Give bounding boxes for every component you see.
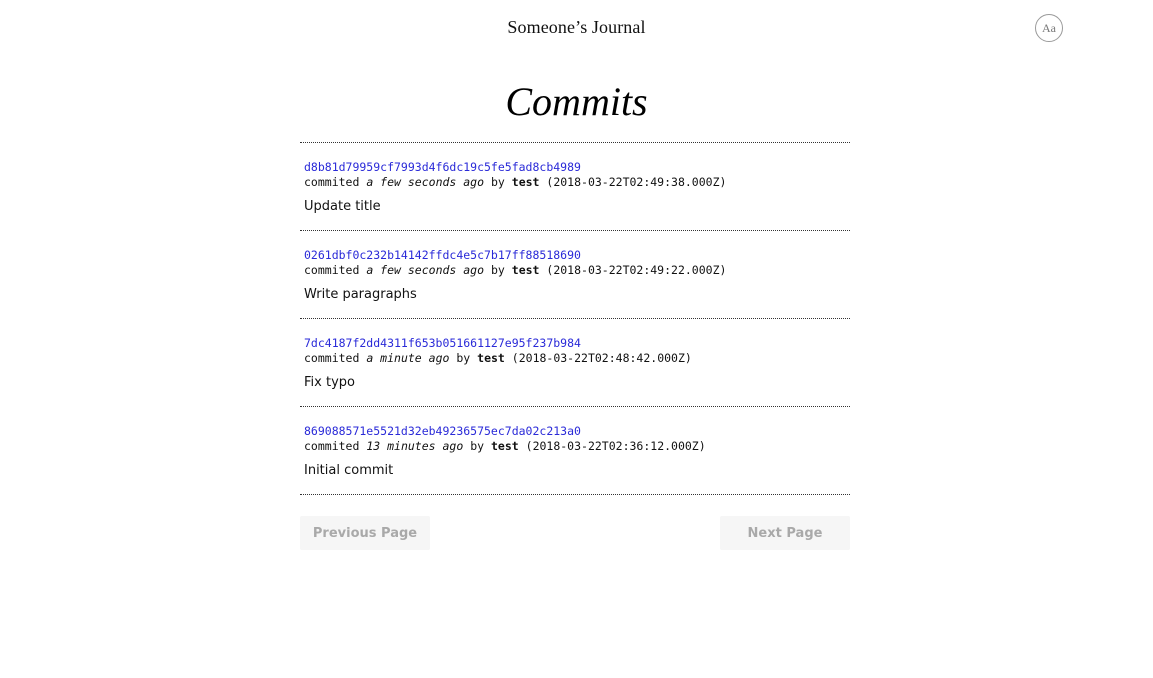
font-size-icon: Aa [1042,20,1056,35]
font-settings-button[interactable]: Aa [1035,14,1063,42]
commit-by: by [470,439,485,453]
commit-author: test [477,351,505,365]
commit-relative-time: 13 minutes ago [366,439,464,453]
commit-timestamp: (2018-03-22T02:36:12.000Z) [525,439,706,453]
commit-relative-time: a few seconds ago [366,175,485,189]
commit-author: test [511,263,540,277]
commit-relative-time: a few seconds ago [366,263,485,277]
commit-item: 0261dbf0c232b14142ffdc4e5c7b17ff88518690… [300,231,850,319]
commit-item: 869088571e5521d32eb49236575ec7da02c213a0… [300,407,850,495]
page-title: Commits [505,79,648,124]
commit-hash-link[interactable]: 869088571e5521d32eb49236575ec7da02c213a0 [304,424,850,439]
previous-page-button[interactable]: Previous Page [300,516,430,550]
commit-prefix: commited [304,175,360,189]
commit-message: Write paragraphs [304,287,417,302]
commit-author: test [491,439,519,453]
commit-by: by [456,351,471,365]
commit-item: 7dc4187f2dd4311f653b051661127e95f237b984… [300,319,850,407]
commit-meta: commited a few seconds ago by test (2018… [304,175,850,190]
commit-hash-link[interactable]: 0261dbf0c232b14142ffdc4e5c7b17ff88518690 [304,248,850,263]
site-title[interactable]: Someone’s Journal [0,17,1153,38]
commit-prefix: commited [304,439,360,453]
commit-meta: commited a minute ago by test (2018-03-2… [304,351,850,366]
commit-hash-link[interactable]: 7dc4187f2dd4311f653b051661127e95f237b984 [304,336,850,351]
commit-list: d8b81d79959cf7993d4f6dc19c5fe5fad8cb4989… [300,142,850,495]
commit-hash-link[interactable]: d8b81d79959cf7993d4f6dc19c5fe5fad8cb4989 [304,160,850,175]
commit-message: Update title [304,199,381,214]
commit-prefix: commited [304,351,360,365]
commit-timestamp: (2018-03-22T02:49:22.000Z) [546,263,727,277]
commit-item: d8b81d79959cf7993d4f6dc19c5fe5fad8cb4989… [300,143,850,231]
commit-message: Fix typo [304,375,355,390]
commit-by: by [490,263,505,277]
commit-timestamp: (2018-03-22T02:48:42.000Z) [511,351,692,365]
commit-meta: commited 13 minutes ago by test (2018-03… [304,439,850,454]
next-page-button[interactable]: Next Page [720,516,850,550]
commit-by: by [490,175,505,189]
commit-message: Initial commit [304,463,394,478]
commit-relative-time: a minute ago [366,351,450,365]
commit-meta: commited a few seconds ago by test (2018… [304,263,850,278]
commit-timestamp: (2018-03-22T02:49:38.000Z) [546,175,727,189]
commit-author: test [511,175,540,189]
commit-prefix: commited [304,263,360,277]
